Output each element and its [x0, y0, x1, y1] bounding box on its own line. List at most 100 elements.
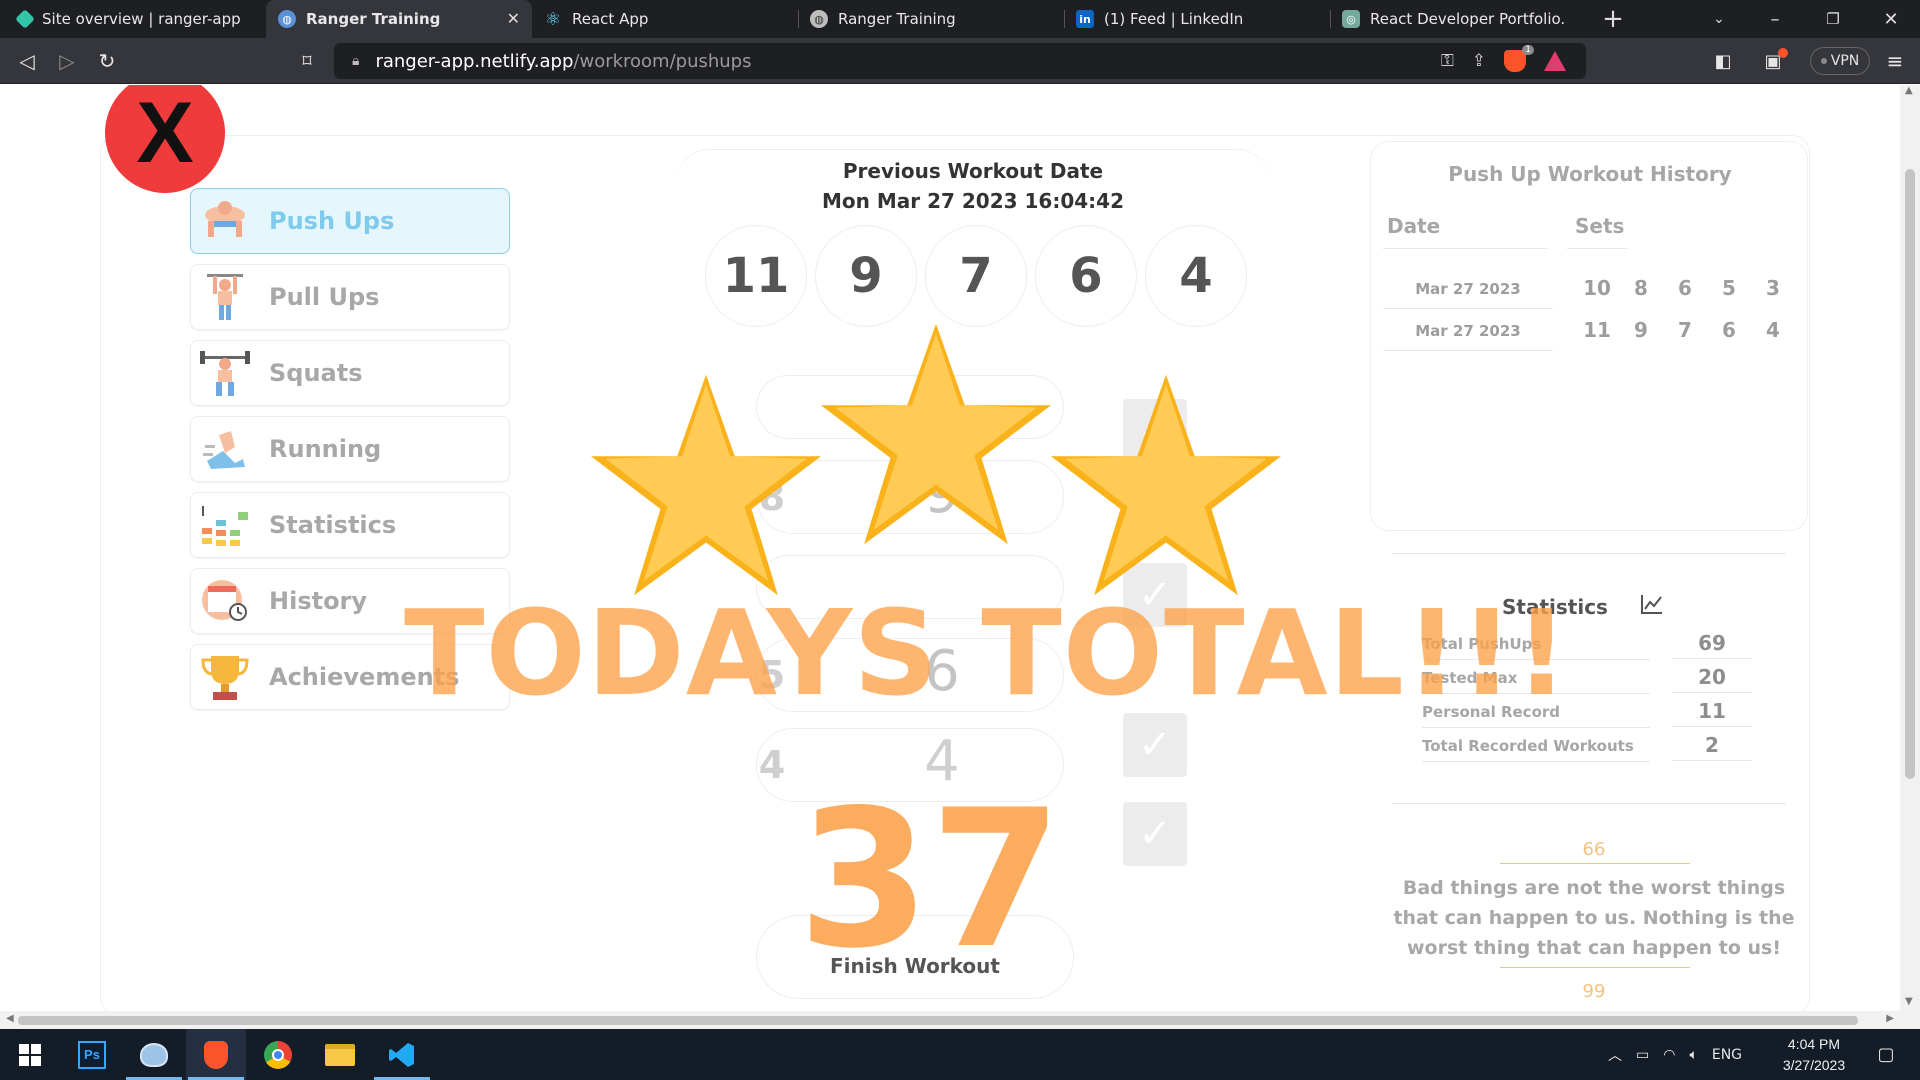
- vertical-scrollbar[interactable]: ▲ ▼: [1900, 85, 1920, 1011]
- history-set: 4: [1766, 318, 1780, 342]
- taskbar-clock[interactable]: 4:04 PM 3/27/2023: [1764, 1034, 1864, 1076]
- tab-search-chevron-icon[interactable]: ⌄: [1696, 0, 1742, 38]
- line-chart-icon: [1640, 593, 1666, 617]
- menu-label: Running: [269, 435, 382, 463]
- previous-workout-date: Mon Mar 27 2023 16:04:42: [822, 189, 1124, 213]
- battery-icon[interactable]: ▭: [1636, 1047, 1649, 1063]
- pullups-icon: [199, 271, 251, 323]
- paint-icon[interactable]: [124, 1029, 184, 1080]
- tab-title: (1) Feed | LinkedIn: [1104, 10, 1244, 28]
- workout-row[interactable]: 8 9: [756, 460, 1064, 534]
- horizontal-scrollbar[interactable]: ◀ ▶: [0, 1011, 1920, 1029]
- divider: [1392, 553, 1786, 554]
- shields-badge: 1: [1522, 45, 1534, 55]
- statistics-title: Statistics: [1502, 595, 1608, 619]
- share-icon[interactable]: ⇪: [1472, 51, 1486, 71]
- scroll-left-arrow-icon[interactable]: ◀: [6, 1013, 14, 1024]
- pushups-icon: [199, 195, 251, 247]
- menu-item-pull-ups[interactable]: Pull Ups: [190, 264, 510, 330]
- row-done: 9: [924, 461, 960, 526]
- scrollbar-thumb[interactable]: [1905, 169, 1915, 779]
- statistics-icon: [199, 499, 251, 551]
- workout-row[interactable]: 4 4: [756, 728, 1064, 802]
- finish-workout-button[interactable]: Finish Workout: [756, 915, 1074, 999]
- globe-icon: ◍: [278, 10, 296, 28]
- menu-item-statistics[interactable]: Statistics: [190, 492, 510, 558]
- checkmark-icon[interactable]: ✓: [1123, 802, 1187, 866]
- wifi-icon[interactable]: ◠: [1663, 1047, 1675, 1063]
- menu-item-squats[interactable]: Squats: [190, 340, 510, 406]
- sidebar-toggle-icon[interactable]: ◧: [1708, 46, 1738, 76]
- tab-react-app[interactable]: ⚛ React App: [532, 0, 798, 38]
- lock-icon: 🔒︎: [352, 53, 360, 69]
- checkmark-icon[interactable]: ✓: [1123, 467, 1187, 531]
- photoshop-icon[interactable]: Ps: [62, 1029, 122, 1080]
- menu-label: Statistics: [269, 511, 397, 539]
- notifications-icon[interactable]: ▢: [1866, 1029, 1906, 1080]
- stat-value: 69: [1672, 631, 1752, 659]
- back-button[interactable]: ◁: [12, 46, 42, 76]
- tab-ranger-training-active[interactable]: ◍ Ranger Training ✕: [266, 0, 532, 38]
- vscode-icon[interactable]: [372, 1029, 432, 1080]
- history-date: Mar 27 2023: [1415, 280, 1521, 298]
- previous-workout-title: Previous Workout Date: [842, 159, 1104, 183]
- close-tab-icon[interactable]: ✕: [507, 9, 520, 28]
- brave-shields-icon[interactable]: 1: [1504, 45, 1534, 72]
- minimize-button[interactable]: –: [1752, 0, 1798, 38]
- brave-icon[interactable]: [186, 1029, 246, 1080]
- history-head-line: [1383, 248, 1547, 249]
- history-row: Mar 27 2023 10 8 6 5 3: [1383, 268, 1793, 309]
- volume-icon[interactable]: 🔈︎: [1689, 1047, 1697, 1063]
- wallet-icon[interactable]: ▣: [1758, 46, 1788, 76]
- workout-row[interactable]: 5 6: [756, 638, 1064, 712]
- tab-site-overview[interactable]: Site overview | ranger-app: [0, 0, 266, 38]
- menu-item-push-ups[interactable]: Push Ups: [190, 188, 510, 254]
- close-window-button[interactable]: ✕: [1868, 0, 1914, 38]
- chrome-icon[interactable]: [248, 1029, 308, 1080]
- quote-box: 66 Bad things are not the worst things t…: [1380, 833, 1808, 1011]
- divider: [1392, 803, 1786, 804]
- new-tab-button[interactable]: +: [1590, 0, 1636, 38]
- bookmark-icon[interactable]: ⌑: [292, 46, 322, 76]
- menu-item-history[interactable]: History: [190, 568, 510, 634]
- finish-workout-label: Finish Workout: [830, 954, 1000, 978]
- browser-tab-bar: Site overview | ranger-app ◍ Ranger Trai…: [0, 0, 1920, 38]
- history-set: 10: [1583, 276, 1611, 300]
- menu-icon[interactable]: ≡: [1880, 46, 1910, 76]
- stat-value: 11: [1672, 699, 1752, 727]
- restore-button[interactable]: ❐: [1810, 0, 1856, 38]
- forward-button[interactable]: ▷: [52, 46, 82, 76]
- file-explorer-icon[interactable]: [310, 1029, 370, 1080]
- tab-linkedin[interactable]: in (1) Feed | LinkedIn: [1064, 0, 1330, 38]
- workout-row[interactable]: [756, 555, 1064, 619]
- quote-line: [1500, 863, 1690, 864]
- checkmark-icon[interactable]: ✓: [1123, 399, 1187, 463]
- history-set: 11: [1583, 318, 1611, 342]
- start-icon[interactable]: [0, 1029, 60, 1080]
- workout-row[interactable]: [756, 375, 1064, 439]
- menu-item-achievements[interactable]: Achievements: [190, 644, 510, 710]
- quote-open-mark: 66: [1582, 839, 1606, 860]
- checkmark-icon[interactable]: ✓: [1123, 713, 1187, 777]
- history-date: Mar 27 2023: [1415, 322, 1521, 340]
- previous-set: 7: [925, 225, 1027, 327]
- scroll-up-arrow-icon[interactable]: ▲: [1905, 85, 1913, 96]
- row-line: [1383, 350, 1553, 351]
- tab-ranger-training[interactable]: ◍ Ranger Training: [798, 0, 1064, 38]
- language-indicator[interactable]: ENG: [1712, 1047, 1742, 1063]
- running-icon: [199, 423, 251, 475]
- brave-rewards-icon[interactable]: [1544, 51, 1566, 71]
- menu-label: Achievements: [269, 663, 460, 691]
- linkedin-icon: in: [1076, 10, 1094, 28]
- key-icon[interactable]: ⚿: [1441, 51, 1454, 71]
- scrollbar-thumb[interactable]: [18, 1016, 1858, 1025]
- reload-button[interactable]: ↻: [92, 46, 122, 76]
- scroll-down-arrow-icon[interactable]: ▼: [1905, 996, 1913, 1007]
- url-field[interactable]: 🔒︎ ranger-app.netlify.app/workroom/pushu…: [334, 43, 1586, 79]
- tab-portfolio[interactable]: ◎ React Developer Portfolio.: [1330, 0, 1596, 38]
- scroll-right-arrow-icon[interactable]: ▶: [1886, 1013, 1894, 1024]
- menu-item-running[interactable]: Running: [190, 416, 510, 482]
- checkmark-icon[interactable]: ✓: [1123, 563, 1187, 627]
- vpn-button[interactable]: VPN: [1810, 47, 1870, 75]
- tray-chevron-icon[interactable]: ︿: [1608, 1045, 1622, 1065]
